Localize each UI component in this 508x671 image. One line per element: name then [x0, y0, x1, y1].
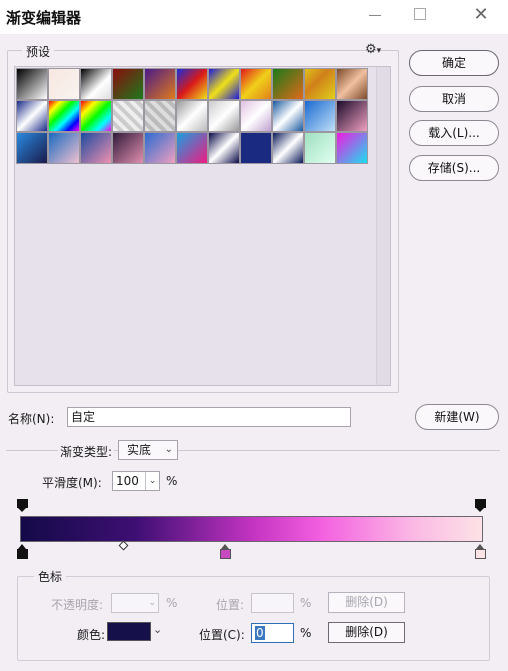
preset-swatch[interactable]: [272, 68, 304, 100]
gradient-type-label: 渐变类型:: [58, 443, 115, 460]
color-stops-group: [17, 576, 490, 661]
gradient-bar[interactable]: [20, 516, 483, 542]
chevron-down-icon: ⌄: [164, 444, 173, 455]
opacity-stop-left[interactable]: [17, 499, 28, 512]
title-bar: 渐变编辑器 ✕: [0, 0, 508, 34]
maximize-button[interactable]: [405, 4, 435, 26]
name-label: 名称(N):: [8, 412, 55, 426]
smoothness-input[interactable]: 100 ⌄: [112, 471, 160, 491]
preset-swatch[interactable]: [48, 100, 80, 132]
gradient-type-select[interactable]: 实底 ⌄: [118, 440, 178, 460]
preset-swatch[interactable]: [272, 100, 304, 132]
preset-swatch[interactable]: [112, 68, 144, 100]
opacity-position-unit: %: [300, 596, 312, 610]
color-position-unit: %: [300, 626, 312, 640]
name-input[interactable]: 自定: [67, 407, 351, 427]
color-stop-selected[interactable]: [17, 544, 28, 559]
maximize-icon: [414, 8, 426, 20]
cancel-button[interactable]: 取消: [409, 86, 499, 112]
preset-swatch[interactable]: [48, 68, 80, 100]
opacity-label: 不透明度:: [51, 598, 104, 612]
preset-swatch[interactable]: [176, 132, 208, 164]
preset-swatch[interactable]: [208, 132, 240, 164]
chevron-down-icon[interactable]: ⌄: [153, 623, 162, 636]
color-position-value: 0: [255, 626, 265, 640]
chevron-down-icon: ⌄: [148, 598, 156, 608]
preset-swatch[interactable]: [336, 132, 368, 164]
presets-label: 预设: [22, 43, 55, 60]
color-stops-label: 色标: [34, 568, 67, 585]
preset-swatch[interactable]: [240, 132, 272, 164]
close-button[interactable]: ✕: [466, 4, 496, 26]
preset-swatch[interactable]: [272, 132, 304, 164]
preset-swatch[interactable]: [112, 132, 144, 164]
color-label: 颜色:: [77, 628, 106, 642]
close-icon: ✕: [473, 4, 489, 25]
preset-swatch[interactable]: [240, 68, 272, 100]
preset-swatch[interactable]: [80, 100, 112, 132]
preset-swatch[interactable]: [304, 100, 336, 132]
color-stop-right[interactable]: [475, 544, 486, 559]
preset-swatch[interactable]: [208, 100, 240, 132]
preset-swatch[interactable]: [80, 132, 112, 164]
opacity-unit: %: [166, 596, 178, 610]
load-button[interactable]: 载入(L)...: [409, 120, 499, 146]
new-button[interactable]: 新建(W): [415, 404, 499, 430]
preset-swatch[interactable]: [240, 100, 272, 132]
preset-swatch[interactable]: [336, 68, 368, 100]
opacity-position-input[interactable]: [251, 593, 294, 613]
gear-icon[interactable]: ⚙▾: [365, 42, 381, 57]
preset-swatch[interactable]: [176, 100, 208, 132]
minimize-icon: [369, 15, 381, 16]
color-swatch[interactable]: [107, 622, 151, 641]
opacity-position-label: 位置:: [216, 598, 245, 612]
preset-swatch[interactable]: [48, 132, 80, 164]
opacity-stop-right[interactable]: [475, 499, 486, 512]
smoothness-value: 100: [116, 474, 139, 488]
color-delete-button[interactable]: 删除(D): [328, 622, 405, 643]
ok-button[interactable]: 确定: [409, 50, 499, 76]
opacity-input[interactable]: ⌄: [111, 593, 159, 613]
preset-swatch[interactable]: [304, 68, 336, 100]
preset-swatch[interactable]: [304, 132, 336, 164]
gradient-type-value: 实底: [127, 443, 152, 457]
preset-swatch[interactable]: [112, 100, 144, 132]
preset-swatch[interactable]: [16, 100, 48, 132]
preset-swatch[interactable]: [16, 132, 48, 164]
color-position-input[interactable]: 0: [251, 623, 294, 643]
preset-swatch[interactable]: [176, 68, 208, 100]
window-title: 渐变编辑器: [6, 9, 82, 27]
preset-swatch[interactable]: [80, 68, 112, 100]
smoothness-label: 平滑度(M):: [42, 476, 102, 490]
preset-swatch[interactable]: [336, 100, 368, 132]
chevron-down-icon[interactable]: ⌄: [145, 472, 159, 490]
minimize-button[interactable]: [360, 4, 390, 26]
color-stop-middle[interactable]: [220, 544, 231, 559]
preset-swatch[interactable]: [16, 68, 48, 100]
save-button[interactable]: 存储(S)...: [409, 155, 499, 181]
color-position-label: 位置(C):: [199, 628, 245, 642]
preset-swatch[interactable]: [144, 68, 176, 100]
opacity-delete-button[interactable]: 删除(D): [328, 592, 405, 613]
preset-swatch[interactable]: [208, 68, 240, 100]
smoothness-unit: %: [166, 474, 178, 488]
preset-scrollbar[interactable]: [376, 67, 390, 385]
preset-swatch[interactable]: [144, 132, 176, 164]
preset-swatch[interactable]: [144, 100, 176, 132]
preset-swatch-area: [14, 66, 391, 386]
